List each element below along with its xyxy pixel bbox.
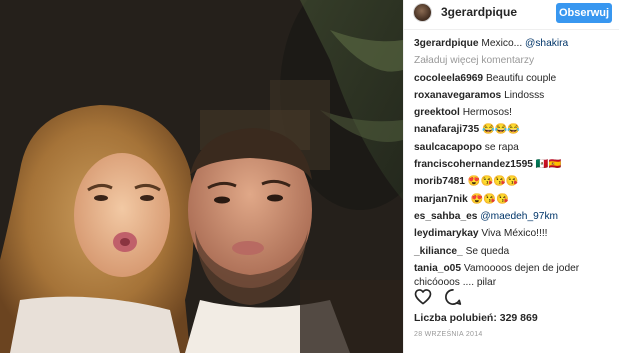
heart-icon[interactable] [414,288,432,310]
header-divider [404,29,619,30]
comment-username[interactable]: leydimarykay [414,228,479,239]
comment-text: Beautifu couple [485,72,557,84]
header-username[interactable]: 3gerardpique [441,5,517,19]
comment-icon[interactable] [444,288,462,311]
comment-mention[interactable]: @maedeh_97km [480,211,558,222]
post-side-panel: 3gerardpique Obserwuj 3gerardpique Mexic… [403,0,619,353]
comment: saulcacapopo se rapa [414,141,614,155]
post-date[interactable]: 28 WRZEŚNIA 2014 [414,331,483,338]
comment-username[interactable]: nanafaraji735 [414,124,479,135]
comment: greektool Hermosos! [414,106,614,120]
post-actions [414,288,462,311]
comment-username[interactable]: morib7481 [414,176,465,187]
follow-button[interactable]: Obserwuj [556,3,612,23]
comment: leydimarykay Viva México!!!! [414,227,614,241]
comment-text: se rapa [484,141,519,153]
likes-count[interactable]: Liczba polubień: 329 869 [414,312,538,324]
post-header: 3gerardpique Obserwuj [404,0,619,24]
comment: cocoleela6969 Beautifu couple [414,72,614,86]
photo-illustration [0,0,403,353]
comments-list: 3gerardpique Mexico... @shakira Załaduj … [414,37,614,293]
comment: tania_o05 Vamoooos dejen de joder chicóo… [414,262,604,290]
comment-username[interactable]: es_sahba_es [414,211,477,222]
comment-text: Hermosos! [462,107,512,119]
caption-text: Mexico... [481,38,525,49]
comment: roxanavegaramos Lindosss [414,89,614,103]
load-more-comments-link[interactable]: Załaduj więcej komentarzy [414,54,614,68]
comment-username[interactable]: roxanavegaramos [414,90,501,101]
comment-username[interactable]: franciscohernandez1595 [414,159,533,170]
comment-text: Lindosss [504,89,545,101]
caption-mention[interactable]: @shakira [525,38,568,49]
caption-username[interactable]: 3gerardpique [414,38,479,49]
comment-text: Se queda [465,245,510,257]
caption: 3gerardpique Mexico... @shakira [414,37,614,51]
comment-text: 😍😘😘😘 [467,176,519,188]
comment: es_sahba_es @maedeh_97km [414,210,614,224]
comment-username[interactable]: marjan7nik [414,194,468,205]
comment: nanafaraji735 😂😂😂 [414,123,614,137]
post-photo[interactable] [0,0,403,353]
comment-username[interactable]: _kiliance_ [414,246,463,257]
comment-text: 🇲🇽🇪🇸 [535,159,562,171]
comment-username[interactable]: cocoleela6969 [414,73,483,84]
comment: morib7481 😍😘😘😘 [414,175,614,189]
avatar[interactable] [413,2,432,22]
comment: franciscohernandez1595 🇲🇽🇪🇸 [414,158,614,172]
comment-text: 😂😂😂 [481,124,521,136]
comment: _kiliance_ Se queda [414,245,614,259]
comment: marjan7nik 😍😘😘 [414,193,614,207]
comment-username[interactable]: saulcacapopo [414,142,482,153]
comment-username[interactable]: greektool [414,107,460,118]
comment-text: 😍😘😘 [470,193,509,205]
comment-text: Viva México!!!! [481,228,548,240]
comment-username[interactable]: tania_o05 [414,263,461,274]
